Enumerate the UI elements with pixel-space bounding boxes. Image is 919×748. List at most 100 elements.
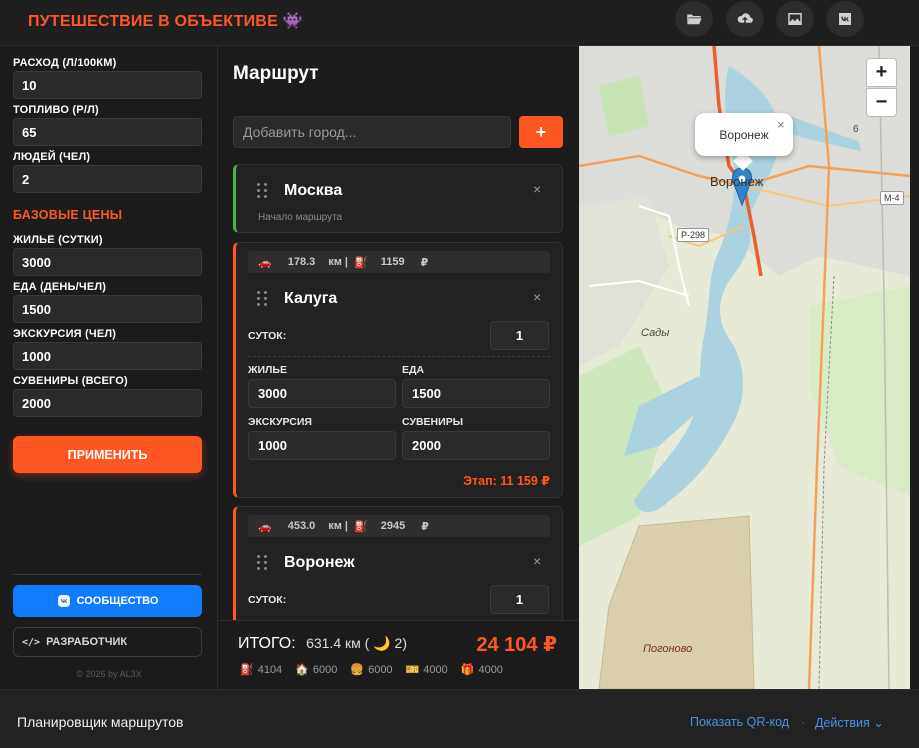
food-input[interactable]: 1500 — [13, 295, 202, 323]
breakdown-value: 4000 — [423, 663, 448, 676]
bottom-bar: Планировщик маршрутов Показать QR-код · … — [0, 689, 919, 748]
road-label-6: 6 — [853, 124, 859, 135]
base-prices-heading: БАЗОВЫЕ ЦЕНЫ — [13, 208, 123, 222]
stage-city-name: Калуга — [284, 290, 338, 307]
remove-city-icon[interactable]: × — [533, 289, 541, 305]
stage-total: Этап: 11 159 ₽ — [463, 474, 550, 488]
breakdown-value: 4000 — [478, 663, 503, 676]
totals-panel: ИТОГО: 631.4 км ( 🌙 2) 24 104 ₽ ⛽ 4104 🏠 6… — [218, 620, 579, 689]
popup-close-icon[interactable]: × — [777, 117, 785, 132]
drag-handle-icon[interactable] — [257, 555, 267, 571]
breakdown-value: 6000 — [312, 663, 338, 676]
bottom-bar-title: Планировщик маршрутов — [17, 714, 184, 730]
currency-sign: ₽ — [421, 520, 429, 533]
days-label: СУТОК: — [248, 594, 287, 606]
scrollbar-track[interactable] — [910, 46, 919, 689]
folder-open-icon — [687, 14, 702, 25]
copyright-text: © 2026 by AL3X — [76, 669, 142, 679]
dashed-divider — [248, 356, 550, 357]
map-city-label: Воронеж — [710, 174, 764, 189]
drag-handle-icon[interactable] — [257, 183, 267, 199]
days-input[interactable]: 1 — [490, 321, 549, 350]
days-label: СУТОК: — [248, 330, 287, 342]
housing-label: ЖИЛЬЕ — [248, 364, 287, 376]
route-map[interactable]: Воронеж Сады Погоново Р-298 М-4 6 Вороне… — [579, 46, 910, 689]
add-city-input[interactable]: Добавить город... — [233, 116, 511, 148]
code-icon: </> — [22, 636, 41, 648]
open-file-button[interactable] — [675, 1, 713, 37]
currency-sign: ₽ — [420, 256, 429, 269]
zoom-out-button[interactable]: − — [866, 88, 897, 117]
excursion-label: ЭКСКУРСИЯ — [248, 416, 312, 428]
remove-city-icon[interactable]: × — [533, 553, 541, 569]
totals-sum: 24 104 ₽ — [476, 634, 557, 656]
stage-card-kaluga: 🚗 178.3 км | ⛽ 1159 ₽ Калуга × СУТОК: 1 … — [233, 242, 563, 498]
housing-input[interactable]: 3000 — [248, 379, 396, 408]
stage-distance: 453.0 — [287, 520, 316, 532]
food-label: ЕДА (ДЕНЬ/ЧЕЛ) — [13, 281, 107, 293]
stage-fuel-cost: 1159 — [380, 256, 405, 268]
people-label: ЛЮДЕЙ (ЧЕЛ) — [13, 151, 91, 163]
food-input[interactable]: 1500 — [402, 379, 550, 408]
stage-distance: 178.3 — [287, 256, 316, 268]
stage-info-bar: 🚗 453.0 км | ⛽ 2945 ₽ — [248, 515, 550, 537]
breakdown-souvenirs: 🎁 4000 — [460, 663, 503, 677]
stage-km-unit: км | — [328, 520, 349, 532]
image-icon — [788, 13, 802, 25]
housing-input[interactable]: 3000 — [13, 248, 202, 276]
road-badge-r298: Р-298 — [677, 228, 710, 242]
community-button[interactable]: СООБЩЕСТВО — [13, 585, 202, 617]
map-label-sady: Сады — [641, 327, 670, 339]
breakdown-fuel: ⛽ 4104 — [240, 663, 283, 677]
stage-km-unit: км | — [328, 256, 349, 268]
car-icon: 🚗 — [258, 520, 272, 533]
vk-header-button[interactable] — [826, 1, 864, 37]
breakdown-value: 4104 — [257, 663, 283, 676]
fuel-price-label: ТОПЛИВО (Р/Л) — [13, 104, 99, 116]
drag-handle-icon[interactable] — [257, 291, 267, 307]
burger-icon: 🍔 — [350, 664, 365, 676]
image-button[interactable] — [776, 1, 814, 37]
totals-distance: 631.4 км ( 🌙 2) — [306, 635, 407, 651]
ticket-icon: 🎫 — [405, 664, 420, 676]
sidebar-divider — [13, 574, 202, 575]
start-city-subtitle: Начало маршрута — [258, 212, 343, 223]
consumption-label: РАСХОД (Л/100КМ) — [13, 57, 117, 69]
souvenirs-label: СУВЕНИРЫ — [402, 416, 463, 428]
upload-button[interactable] — [726, 1, 764, 37]
stage-info-bar: 🚗 178.3 км | ⛽ 1159 ₽ — [248, 251, 550, 273]
fuel-icon: ⛽ — [354, 256, 368, 269]
remove-city-icon[interactable]: × — [533, 181, 541, 197]
vk-icon — [57, 595, 70, 607]
map-label-pogonovo: Погоново — [643, 643, 693, 655]
fuel-icon: ⛽ — [240, 664, 254, 676]
excursion-input[interactable]: 1000 — [13, 342, 202, 370]
show-qr-link[interactable]: Показать QR-код — [690, 715, 789, 729]
totals-label-row: ИТОГО: 631.4 км ( 🌙 2) — [238, 635, 407, 653]
apply-button[interactable]: ПРИМЕНИТЬ — [13, 436, 202, 473]
breakdown-excursion: 🎫 4000 — [405, 663, 448, 677]
add-city-button[interactable]: + — [519, 116, 563, 148]
souvenirs-input[interactable]: 2000 — [402, 431, 550, 460]
fuel-icon: ⛽ — [354, 520, 368, 533]
stage-city-name: Воронеж — [284, 554, 355, 571]
excursion-input[interactable]: 1000 — [248, 431, 396, 460]
souvenirs-label: СУВЕНИРЫ (ВСЕГО) — [13, 375, 128, 387]
breakdown-housing: 🏠 6000 — [295, 663, 338, 677]
gift-icon: 🎁 — [460, 664, 475, 676]
days-input[interactable]: 1 — [490, 585, 549, 614]
actions-link[interactable]: Действия ⌄ — [815, 715, 884, 730]
cloud-upload-icon — [737, 13, 753, 23]
people-input[interactable]: 2 — [13, 165, 202, 193]
souvenirs-input[interactable]: 2000 — [13, 389, 202, 417]
zoom-in-button[interactable]: + — [866, 58, 897, 87]
breakdown-value: 6000 — [368, 663, 393, 676]
fuel-price-input[interactable]: 65 — [13, 118, 202, 146]
route-panel: Маршрут Добавить город... + Москва × Нач… — [218, 46, 579, 689]
developer-button[interactable]: </> РАЗРАБОТЧИК — [13, 627, 202, 657]
community-label: СООБЩЕСТВО — [76, 595, 159, 607]
app-header: ПУТЕШЕСТВИЕ В ОБЪЕКТИВЕ 👾 — [0, 0, 919, 46]
start-city-name: Москва — [284, 182, 343, 199]
consumption-input[interactable]: 10 — [13, 71, 202, 99]
housing-label: ЖИЛЬЕ (СУТКИ) — [13, 234, 103, 246]
